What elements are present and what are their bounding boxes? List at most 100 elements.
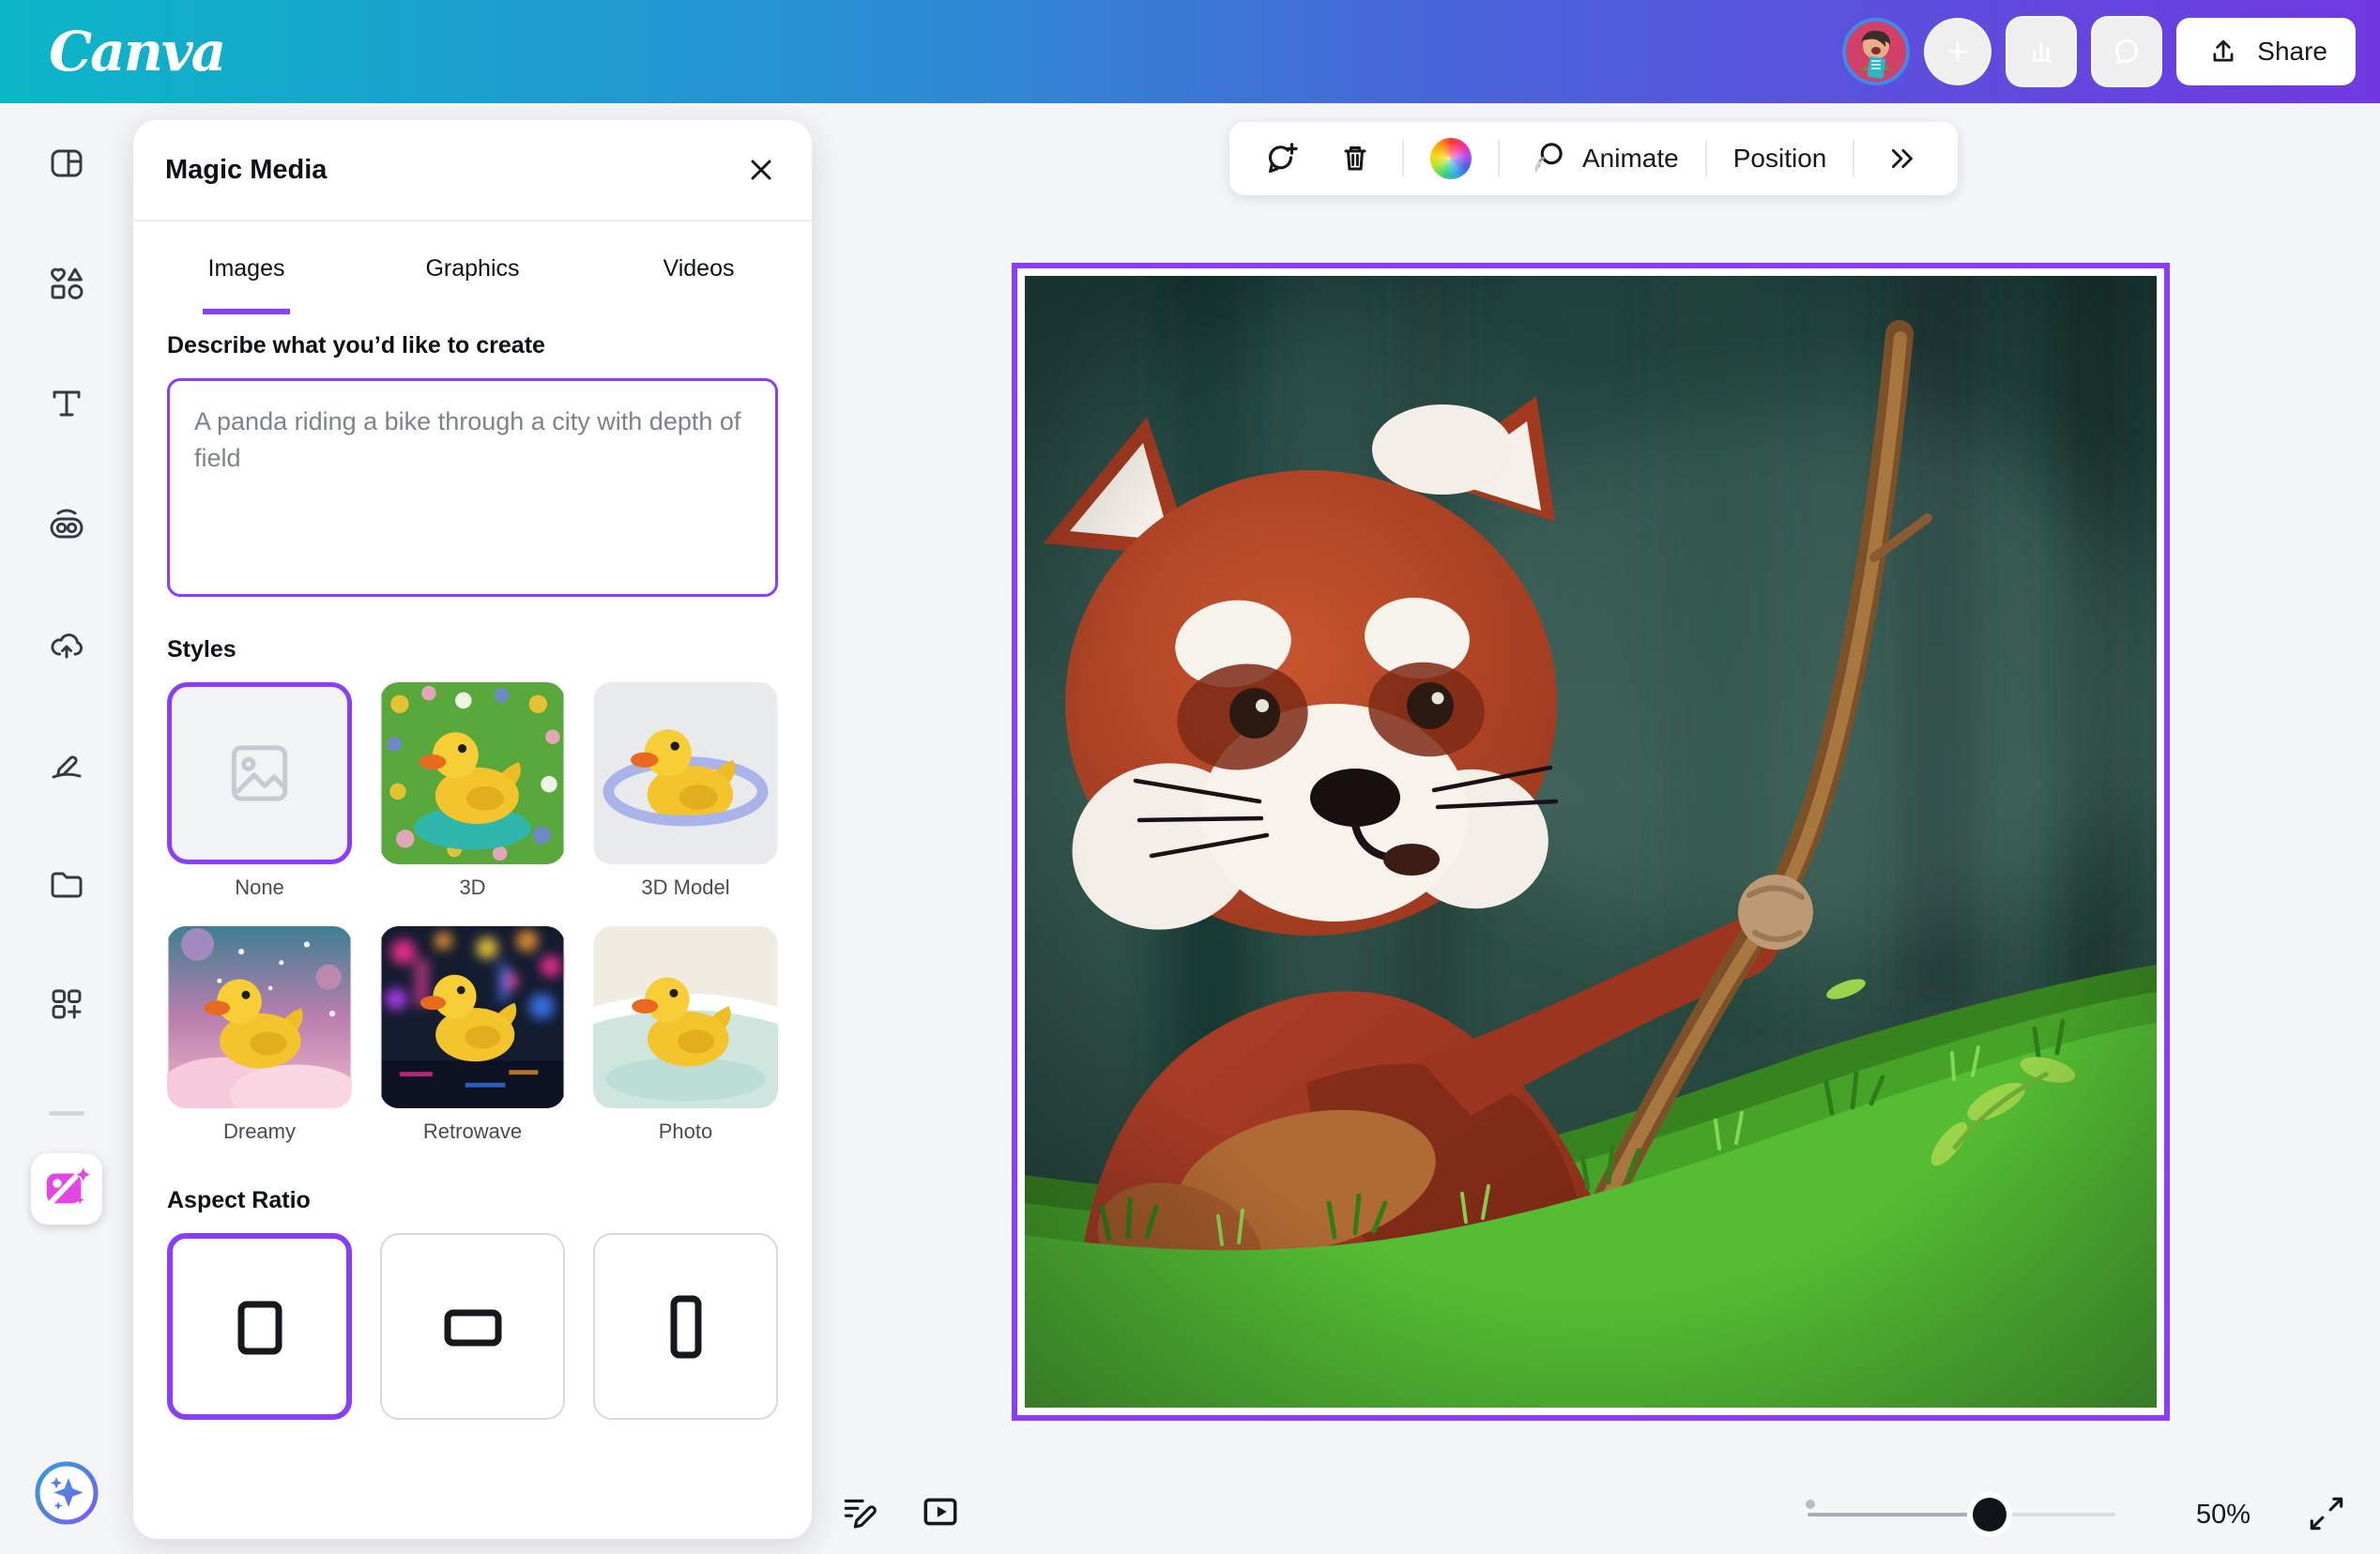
comment-add-icon (1259, 137, 1303, 180)
sidebar-item-design[interactable] (46, 143, 87, 184)
style-thumb-photo (593, 926, 778, 1108)
aspect-ratio-label: Aspect Ratio (167, 1187, 778, 1214)
prompt-input[interactable] (167, 378, 778, 597)
panel-close-button[interactable] (742, 151, 780, 189)
present-button[interactable] (918, 1490, 963, 1536)
avatar[interactable] (1842, 18, 1910, 85)
style-option-3d[interactable]: 3D (380, 682, 565, 900)
style-label: Dreamy (167, 1120, 352, 1144)
portrait-ratio-icon (665, 1291, 707, 1363)
comments-button[interactable] (2091, 16, 2162, 87)
style-thumb-retrowave (380, 926, 565, 1108)
panel-header: Magic Media (133, 120, 812, 221)
topbar: Canva (0, 0, 2380, 103)
sidebar-item-draw[interactable] (46, 743, 87, 785)
magic-media-panel: Magic Media Images Graphics Videos Descr… (133, 120, 812, 1539)
projects-icon (46, 863, 87, 905)
sidebar-item-uploads[interactable] (46, 623, 87, 664)
zoom-track-filled (1808, 1513, 1991, 1516)
style-thumb-3d (380, 682, 565, 864)
notes-button[interactable] (839, 1490, 882, 1536)
share-button[interactable]: Share (2176, 18, 2356, 85)
panel-tabs: Images Graphics Videos (133, 221, 812, 315)
insights-icon (2021, 31, 2062, 72)
magic-media-icon (42, 1165, 91, 1213)
brand-icon (46, 503, 87, 544)
share-label: Share (2257, 37, 2327, 67)
canvas-page[interactable] (1012, 263, 2170, 1421)
zoom-handle[interactable] (1973, 1498, 2006, 1531)
panel-body: Describe what you’d like to create Style… (133, 315, 812, 1420)
zoom-level[interactable]: 50% (2196, 1500, 2299, 1531)
toolbar-divider (1498, 140, 1500, 177)
style-option-retrowave[interactable]: Retrowave (380, 926, 565, 1144)
style-option-dreamy[interactable]: Dreamy (167, 926, 352, 1144)
aspect-option-portrait[interactable] (593, 1233, 778, 1420)
panel-title: Magic Media (165, 155, 327, 186)
style-option-3d-model[interactable]: 3D Model (593, 682, 778, 900)
animate-button[interactable]: Animate (1520, 131, 1685, 186)
uploads-icon (46, 623, 87, 664)
style-option-photo[interactable]: Photo (593, 926, 778, 1144)
zoom-slider[interactable] (1806, 1494, 2119, 1535)
prompt-label: Describe what you’d like to create (167, 332, 778, 359)
delete-button[interactable] (1329, 132, 1381, 185)
tab-images[interactable]: Images (133, 221, 359, 315)
canva-logo[interactable]: Canva (49, 24, 224, 79)
sidebar-item-brand[interactable] (46, 503, 87, 544)
draw-icon (46, 743, 87, 785)
canva-editor: Canva (0, 0, 2380, 1554)
color-button[interactable] (1425, 132, 1477, 185)
design-icon (46, 143, 87, 184)
aspect-ratio-row (167, 1233, 778, 1420)
doc-actions (839, 1490, 963, 1536)
add-member-button[interactable] (1924, 18, 1991, 85)
aspect-option-landscape[interactable] (380, 1233, 565, 1420)
color-wheel-icon (1430, 138, 1472, 179)
sidebar-divider (49, 1111, 84, 1116)
selection-toolbar: Animate Position (1229, 122, 1958, 195)
insights-button[interactable] (2006, 16, 2077, 87)
add-member-icon (1937, 31, 1978, 72)
trash-icon (1335, 138, 1376, 179)
style-label: 3D Model (593, 876, 778, 900)
animate-label: Animate (1582, 144, 1679, 174)
style-thumb-none (167, 682, 352, 864)
zoom-track-empty (1991, 1513, 2115, 1516)
fullscreen-button[interactable] (2305, 1492, 2348, 1538)
present-icon (918, 1490, 963, 1533)
assistant-button[interactable] (32, 1458, 101, 1528)
style-label: 3D (380, 876, 565, 900)
sidebar-item-elements[interactable] (46, 263, 87, 304)
text-icon (46, 383, 87, 424)
zoom-fit-dot (1806, 1500, 1815, 1509)
sidebar (0, 103, 133, 1554)
more-tools-button[interactable] (1875, 133, 1926, 184)
aspect-option-square[interactable] (167, 1233, 352, 1420)
toolbar-divider (1853, 140, 1854, 177)
more-chevrons-icon (1881, 139, 1920, 178)
assistant-sparkle-icon (32, 1458, 101, 1528)
notes-icon (839, 1490, 882, 1533)
toolbar-divider (1705, 140, 1707, 177)
sidebar-item-magic-media[interactable] (31, 1153, 102, 1225)
elements-icon (46, 263, 87, 304)
close-icon (745, 154, 777, 186)
style-label: None (167, 876, 352, 900)
expand-icon (2305, 1492, 2348, 1535)
style-label: Retrowave (380, 1120, 565, 1144)
tab-graphics[interactable]: Graphics (359, 221, 586, 315)
avatar-image (1846, 22, 1906, 82)
add-comment-button[interactable] (1254, 131, 1308, 186)
style-thumb-3d-model (593, 682, 778, 864)
sidebar-item-projects[interactable] (46, 863, 87, 905)
sidebar-item-text[interactable] (46, 383, 87, 424)
apps-icon (46, 983, 87, 1025)
position-button[interactable]: Position (1728, 138, 1833, 179)
sidebar-item-apps[interactable] (46, 983, 87, 1025)
style-label: Photo (593, 1120, 778, 1144)
toolbar-divider (1402, 140, 1404, 177)
generated-image-red-panda (1025, 276, 2157, 1408)
tab-videos[interactable]: Videos (586, 221, 812, 315)
style-option-none[interactable]: None (167, 682, 352, 900)
